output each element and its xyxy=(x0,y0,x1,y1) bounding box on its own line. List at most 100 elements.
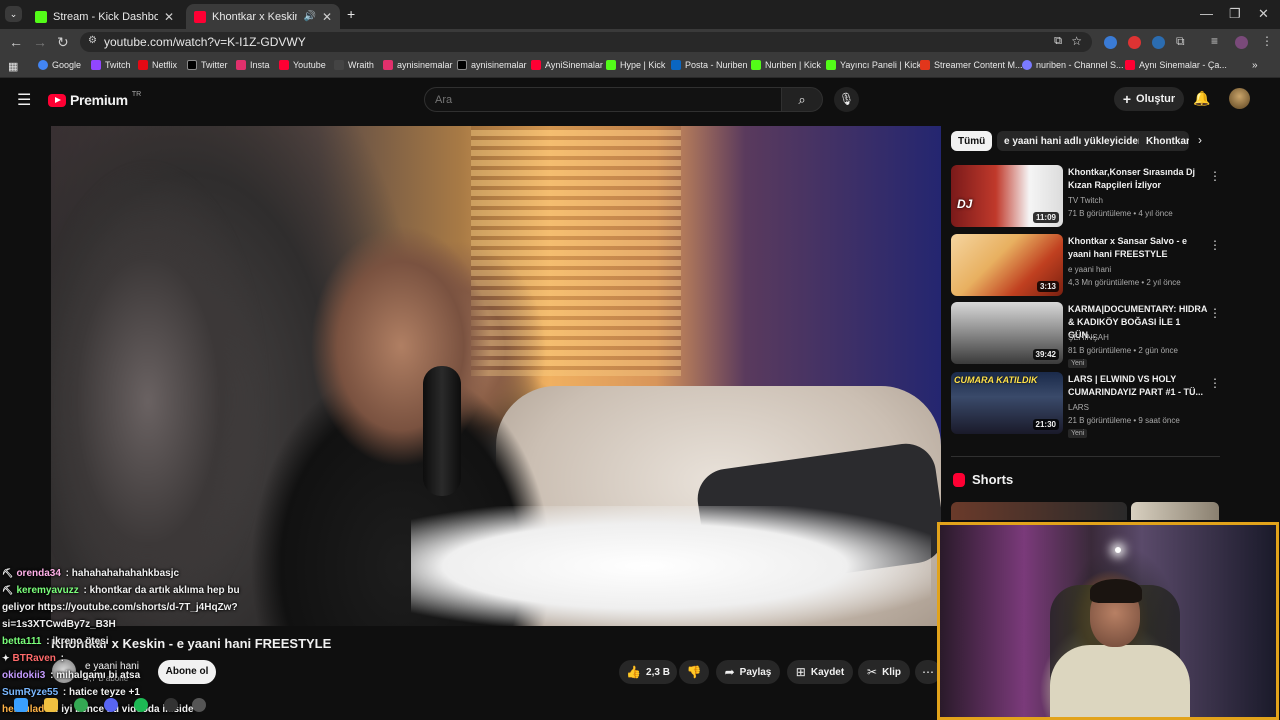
tab-search-button[interactable]: ⌄ xyxy=(5,6,22,22)
bookmark-item[interactable]: aynisinemalar xyxy=(457,60,527,70)
bookmark-label: aynisinemalar xyxy=(471,60,527,70)
bookmark-label: Google xyxy=(52,60,82,70)
video-thumbnail[interactable]: DJ 11:09 xyxy=(951,165,1063,227)
voice-search-button[interactable]: 🎙 xyxy=(834,87,859,112)
window-close-icon[interactable]: ✕ xyxy=(1258,6,1269,22)
logo-region: TR xyxy=(131,90,142,98)
clip-button[interactable]: ✂ Klip xyxy=(858,660,910,684)
more-vert-icon[interactable]: ⋮ xyxy=(1209,169,1221,183)
chat-message: si=1s3XTCwdBy7z_B3H xyxy=(2,616,116,633)
short-thumbnail[interactable] xyxy=(951,502,1127,520)
spotify-icon[interactable] xyxy=(134,698,148,712)
notifications-bell-icon[interactable]: 🔔 xyxy=(1193,90,1210,107)
youtube-premium-logo[interactable]: Premium TR xyxy=(48,90,142,108)
bookmark-item[interactable]: aynisinemalar xyxy=(383,60,453,70)
bookmark-item[interactable]: Wraith xyxy=(334,60,374,70)
back-icon[interactable]: ← xyxy=(9,34,23,50)
search-button[interactable]: ⌕ xyxy=(781,87,823,112)
tab-title: Stream - Kick Dashboard xyxy=(53,10,158,23)
bookmarks-overflow-icon[interactable]: » xyxy=(1252,60,1258,71)
tab-youtube-video[interactable]: Khontkar x Keskin - e yaani 🔊 ✕ xyxy=(186,4,340,29)
streamer-webcam xyxy=(937,522,1279,720)
chat-message: ⛏ keremyavuzz : khontkar da artık aklıma … xyxy=(2,582,240,599)
video-duration: 3:13 xyxy=(1036,281,1059,292)
chevron-right-icon[interactable]: › xyxy=(1198,133,1202,147)
share-button[interactable]: ➦ Paylaş xyxy=(716,660,780,684)
bookmark-item[interactable]: Nuriben | Kick xyxy=(751,60,821,70)
twitch-icon xyxy=(91,60,101,70)
recommendation-channel: LARS xyxy=(1068,403,1089,412)
video-thumbnail[interactable]: 3:13 xyxy=(951,234,1063,296)
like-button[interactable]: 👍 2,3 B xyxy=(619,660,677,684)
chat-text: mihalgamı bi atsa xyxy=(56,670,141,681)
chip-all[interactable]: Tümü xyxy=(951,131,993,151)
more-vert-icon[interactable]: ⋮ xyxy=(1209,306,1221,320)
extension-icon[interactable] xyxy=(1152,36,1165,49)
bookmark-item[interactable]: nuriben - Channel S... xyxy=(1022,60,1124,70)
close-tab-icon[interactable]: ✕ xyxy=(322,10,332,24)
new-tab-button[interactable]: + xyxy=(347,6,355,22)
x-icon xyxy=(457,60,467,70)
extensions-icon[interactable]: ⧉ xyxy=(1176,34,1185,49)
bookmark-item[interactable]: Aynı Sinemalar - Ça... xyxy=(1125,60,1227,70)
recommendation-item[interactable]: CUMARA KATILDIK 21:30 LARS | ELWIND VS H… xyxy=(951,372,1221,438)
bookmark-item[interactable]: Streamer Content M... xyxy=(920,60,1023,70)
media-controls-icon[interactable]: ≡ xyxy=(1211,34,1218,48)
short-thumbnail[interactable] xyxy=(1131,502,1219,520)
chrome-icon[interactable] xyxy=(74,698,88,712)
recommendation-title: Khontkar x Sansar Salvo - e yaani hani F… xyxy=(1068,236,1188,259)
more-vert-icon[interactable]: ⋮ xyxy=(1209,376,1221,390)
discord-icon[interactable] xyxy=(104,698,118,712)
bookmark-item[interactable]: Youtube xyxy=(279,60,326,70)
file-explorer-icon[interactable] xyxy=(44,698,58,712)
browser-menu-icon[interactable]: ⋮ xyxy=(1261,34,1273,48)
hamburger-menu-icon[interactable]: ☰ xyxy=(17,90,31,110)
close-tab-icon[interactable]: ✕ xyxy=(164,10,174,24)
bookmark-item[interactable]: Netflix xyxy=(138,60,177,70)
extension-icon[interactable] xyxy=(1128,36,1141,49)
forward-icon[interactable]: → xyxy=(33,34,47,50)
bookmark-item[interactable]: AyniSinemalar xyxy=(531,60,603,70)
account-avatar[interactable] xyxy=(1229,88,1250,109)
app-icon[interactable] xyxy=(192,698,206,712)
recommendation-item[interactable]: 3:13 Khontkar x Sansar Salvo - e yaani h… xyxy=(951,234,1221,296)
obs-icon[interactable] xyxy=(164,698,178,712)
save-button[interactable]: ⊞ Kaydet xyxy=(787,660,853,684)
restore-icon[interactable]: ❐ xyxy=(1229,6,1241,22)
video-thumbnail[interactable]: CUMARA KATILDIK 21:30 xyxy=(951,372,1063,434)
chip-khontkar[interactable]: Khontkar xyxy=(1139,131,1189,151)
profile-icon[interactable] xyxy=(1235,36,1248,49)
dislike-button[interactable]: 👎 xyxy=(679,660,709,684)
recommendation-item[interactable]: 39:42 KARMA|DOCUMENTARY: HIDRA & KADIKÖY… xyxy=(951,302,1221,368)
bookmark-item[interactable]: Google xyxy=(38,60,81,70)
more-vert-icon[interactable]: ⋮ xyxy=(1209,238,1221,252)
bookmark-star-icon[interactable]: ☆ xyxy=(1071,34,1082,48)
extension-icon[interactable] xyxy=(1104,36,1117,49)
kick-icon xyxy=(826,60,836,70)
bookmark-item[interactable]: Yayıncı Paneli | Kick xyxy=(826,60,921,70)
bookmark-item[interactable]: Hype | Kick xyxy=(606,60,665,70)
recommendation-item[interactable]: DJ 11:09 Khontkar,Konser Sırasında Dj Kı… xyxy=(951,165,1221,227)
bookmark-item[interactable]: Insta xyxy=(236,60,270,70)
video-thumbnail[interactable]: 39:42 xyxy=(951,302,1063,364)
bookmark-item[interactable]: Twitch xyxy=(91,60,131,70)
audio-playing-icon[interactable]: 🔊 xyxy=(303,11,315,22)
minimize-icon[interactable]: — xyxy=(1200,6,1213,21)
bookmark-item[interactable]: Twitter xyxy=(187,60,228,70)
bookmark-item[interactable]: Posta - Nuriben xyxy=(671,60,748,70)
video-player[interactable] xyxy=(51,126,941,626)
scissors-icon: ✂ xyxy=(867,665,878,679)
site-info-icon[interactable]: ⚙ xyxy=(88,35,97,46)
create-button[interactable]: + Oluştur xyxy=(1114,87,1184,111)
youtube-icon xyxy=(194,10,206,23)
tab-kick-dashboard[interactable]: Stream - Kick Dashboard ✕ xyxy=(27,4,182,29)
address-bar[interactable]: ⚙ youtube.com/watch?v=K-I1Z-GDVWY ⧉ ☆ xyxy=(80,32,1092,52)
video-duration: 11:09 xyxy=(1032,212,1059,223)
chip-from-uploader[interactable]: e yaani hani adlı yükleyiciden xyxy=(997,131,1152,151)
install-app-icon[interactable]: ⧉ xyxy=(1054,35,1062,48)
search-input[interactable] xyxy=(424,87,782,112)
apps-icon[interactable]: ▦ xyxy=(8,60,18,73)
reload-icon[interactable]: ↻ xyxy=(57,34,69,51)
chat-message: ✦ BTRaven : xyxy=(2,650,64,667)
windows-start-icon[interactable] xyxy=(14,698,28,712)
